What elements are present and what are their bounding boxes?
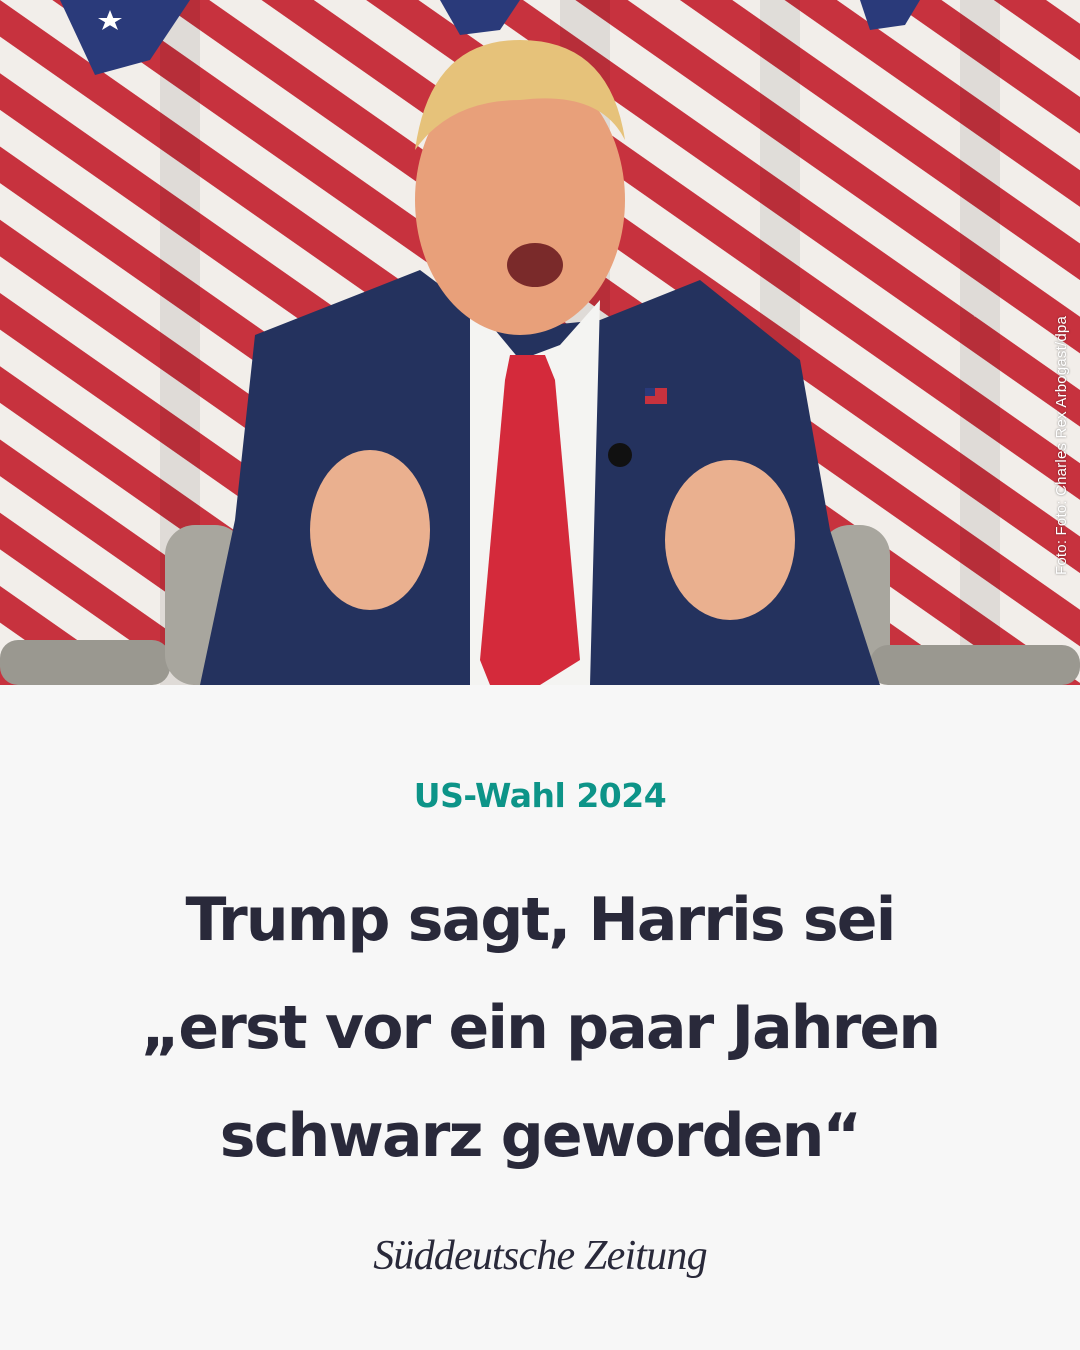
hero-photo: Foto: Foto: Charles Rex Arbogast/dpa	[0, 0, 1080, 685]
article-kicker: US-Wahl 2024	[413, 776, 667, 815]
photo-credit: Foto: Foto: Charles Rex Arbogast/dpa	[1053, 316, 1070, 575]
headline-line: Trump sagt, Harris sei	[185, 885, 897, 955]
headline-line: „erst vor ein paar Jahren	[140, 993, 941, 1063]
headline-line: schwarz geworden“	[219, 1101, 862, 1171]
photo-illustration	[0, 0, 1080, 685]
publisher-logo: Süddeutsche Zeitung	[373, 1233, 707, 1279]
article-headline: Trump sagt, Harris sei „erst vor ein paa…	[60, 866, 1020, 1190]
